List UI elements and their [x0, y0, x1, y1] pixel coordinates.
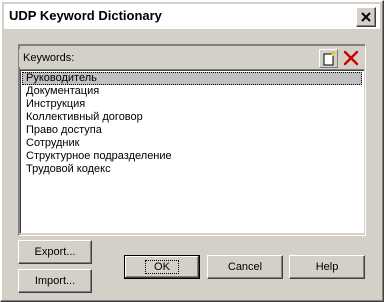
keywords-label: Keywords: [23, 52, 75, 64]
delete-keyword-button[interactable] [341, 49, 361, 67]
title-bar[interactable]: UDP Keyword Dictionary [4, 4, 380, 29]
import-button[interactable]: Import... [18, 269, 92, 293]
ok-button[interactable]: OK [124, 255, 200, 279]
help-button[interactable]: Help [289, 255, 365, 279]
list-item[interactable]: Право доступа [22, 124, 362, 137]
list-item[interactable]: Документация [22, 85, 362, 98]
keywords-listbox[interactable]: Руководитель Документация Инструкция Коллек… [19, 69, 365, 234]
list-item[interactable]: Трудовой кодекс [22, 163, 362, 176]
window-title: UDP Keyword Dictionary [9, 8, 162, 23]
cancel-button[interactable]: Cancel [207, 255, 283, 279]
import-button-label: Import... [34, 275, 76, 287]
export-button-label: Export... [34, 246, 76, 258]
new-item-icon [323, 51, 335, 65]
keywords-list: Руководитель Документация Инструкция Коллек… [22, 72, 362, 176]
list-item[interactable]: Коллективный договор [22, 111, 362, 124]
dialog-window: UDP Keyword Dictionary Keywords: Руковод… [0, 0, 384, 302]
close-button[interactable] [356, 7, 376, 27]
help-button-label: Help [315, 261, 339, 273]
cancel-button-label: Cancel [227, 261, 263, 273]
list-item[interactable]: Структурное подразделение [22, 150, 362, 163]
new-keyword-button[interactable] [319, 49, 338, 68]
close-icon [361, 12, 371, 22]
list-item[interactable]: Руководитель [22, 72, 362, 85]
delete-icon [343, 50, 359, 66]
list-item[interactable]: Сотрудник [22, 137, 362, 150]
keywords-header: Keywords: [19, 49, 363, 68]
export-button[interactable]: Export... [18, 240, 92, 264]
list-item[interactable]: Инструкция [22, 98, 362, 111]
ok-button-label: OK [145, 260, 179, 274]
